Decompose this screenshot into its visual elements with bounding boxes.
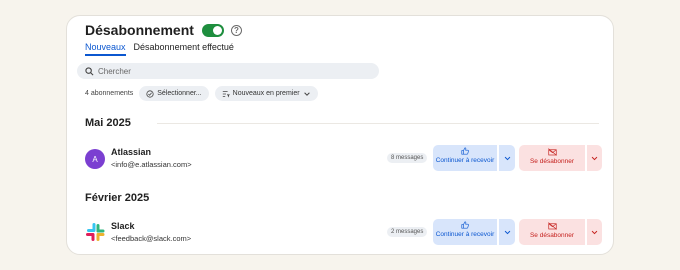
continue-receiving-label: Continuer à recevoir xyxy=(435,231,495,238)
tab-bar: Nouveaux Désabonnement effectué xyxy=(85,42,242,56)
help-icon[interactable]: ? xyxy=(230,24,242,36)
chevron-down-icon xyxy=(591,156,598,160)
mail-off-icon xyxy=(547,148,557,156)
mail-off-icon xyxy=(547,222,557,230)
slack-logo xyxy=(86,223,105,241)
unsubscribe-options-button[interactable] xyxy=(587,219,602,245)
chevron-down-icon xyxy=(303,91,310,96)
sender-email: <feedback@slack.com> xyxy=(111,234,192,243)
list-toolbar: 4 abonnements Sélectionner... Nouveaux e… xyxy=(85,86,324,101)
section-divider xyxy=(157,123,599,124)
sender-row: A Atlassian <info@e.atlassian.com> 8 mes… xyxy=(85,145,603,171)
chevron-down-icon xyxy=(591,230,598,234)
chevron-down-icon xyxy=(504,156,510,160)
panel-header: Désabonnement ? xyxy=(85,22,242,38)
continue-receiving-label: Continuer à recevoir xyxy=(435,157,495,164)
check-circle-icon xyxy=(146,89,154,98)
subscription-count: 4 abonnements xyxy=(85,90,134,97)
sender-row: Slack <feedback@slack.com> 2 messages Co… xyxy=(85,219,603,245)
avatar: A xyxy=(85,149,105,169)
search-icon xyxy=(85,66,94,75)
unsubscribe-button[interactable]: Se désabonner xyxy=(519,145,585,171)
thumbs-up-icon xyxy=(461,221,469,229)
select-button[interactable]: Sélectionner... xyxy=(139,86,209,101)
continue-receiving-button[interactable]: Continuer à recevoir xyxy=(433,219,497,245)
chevron-down-icon xyxy=(504,230,510,234)
unsubscribe-label: Se désabonner xyxy=(529,158,575,165)
sender-name: Atlassian xyxy=(111,147,152,157)
sender-name: Slack xyxy=(111,221,135,231)
unsubscribe-options-button[interactable] xyxy=(587,145,602,171)
sort-icon xyxy=(222,90,230,98)
message-count-badge: 8 messages xyxy=(387,153,428,163)
unsubscribe-button[interactable]: Se désabonner xyxy=(519,219,585,245)
tab-new[interactable]: Nouveaux xyxy=(85,42,126,56)
page-title: Désabonnement xyxy=(85,22,194,38)
sender-email: <info@e.atlassian.com> xyxy=(111,160,192,169)
unsubscribe-toggle[interactable] xyxy=(201,23,224,37)
thumbs-up-icon xyxy=(461,147,469,155)
sort-dropdown[interactable]: Nouveaux en premier xyxy=(214,86,318,101)
search-bar[interactable] xyxy=(77,63,379,79)
continue-options-button[interactable] xyxy=(499,145,515,171)
continue-options-button[interactable] xyxy=(499,219,515,245)
message-count-badge: 2 messages xyxy=(387,227,428,237)
section-title: Mai 2025 xyxy=(85,117,131,129)
select-button-label: Sélectionner... xyxy=(157,90,202,97)
sort-dropdown-label: Nouveaux en premier xyxy=(232,90,300,97)
section-title: Février 2025 xyxy=(85,192,150,204)
unsubscribe-panel: Désabonnement ? Nouveaux Désabonnement e… xyxy=(66,15,614,255)
unsubscribe-label: Se désabonner xyxy=(529,232,575,239)
continue-receiving-button[interactable]: Continuer à recevoir xyxy=(433,145,497,171)
tab-unsubscribed[interactable]: Désabonnement effectué xyxy=(134,42,234,56)
search-input[interactable] xyxy=(98,66,348,76)
